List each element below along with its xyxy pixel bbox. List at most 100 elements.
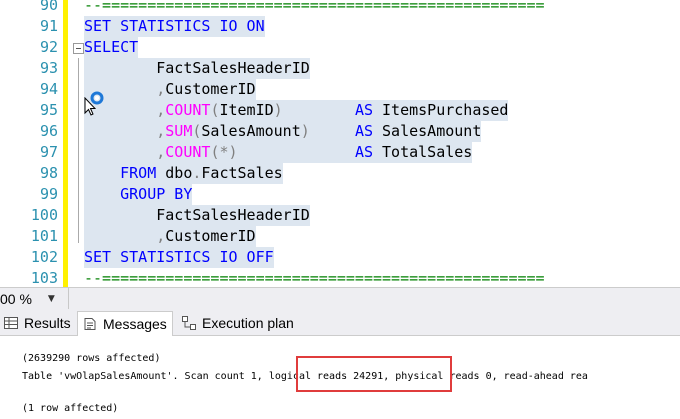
sql-token: ItemsPurchased [373,101,509,119]
code-text: ,COUNT(ItemID) AS ItemsPurchased [84,100,509,121]
line-number: 102 [30,248,58,266]
line-number: 93 [39,59,58,77]
line-number: 100 [30,206,58,224]
sql-token: , [156,227,166,245]
sql-token: , [156,101,166,119]
sql-token: , [156,80,166,98]
mouse-pointer-icon [84,97,96,116]
line-number: 96 [39,122,58,140]
code-text: SELECT [84,37,139,58]
sql-keyword: AS [354,122,373,140]
sql-token: ) [300,122,310,140]
row-affected-message: (1 row affected) [22,403,119,414]
sql-keyword: AS [354,143,373,161]
sql-token: CustomerID [165,227,256,245]
zoom-value: 00 % [0,290,32,307]
line-number: 97 [39,143,58,161]
line-number: 92 [39,38,58,56]
sql-token: dbo [156,164,193,182]
collapse-region-icon[interactable] [73,43,84,54]
sql-function: COUNT [165,143,211,161]
tab-results[interactable]: Results [2,311,77,335]
line-number: 91 [39,17,58,35]
tab-execution-plan-label: Execution plan [202,315,294,331]
sql-keyword: SET STATISTICS IO OFF [84,248,274,266]
tab-execution-plan[interactable]: Execution plan [178,311,298,335]
sql-keyword: FROM [120,164,157,182]
code-text: GROUP BY [84,184,193,205]
code-text: ,CustomerID [84,79,256,100]
editor-status-bar: 00 % ▼ [0,287,680,310]
code-line[interactable]: 90 --====================================… [0,0,680,16]
zoom-dropdown[interactable]: 00 % ▼ [0,289,55,308]
rows-affected-message: (2639290 rows affected) [22,353,161,364]
sql-token: SalesAmount [373,122,482,140]
code-text: ,COUNT(*) AS TotalSales [84,142,473,163]
sql-token: , [156,122,166,140]
line-number: 98 [39,164,58,182]
line-number: 90 [39,0,58,14]
sql-keyword: AS [354,101,373,119]
code-line[interactable]: 103 --===================================… [0,268,680,287]
tab-messages[interactable]: Messages [77,311,173,336]
code-text: FactSalesHeaderID [84,58,310,79]
line-number: 99 [39,185,58,203]
tab-messages-label: Messages [103,316,167,332]
sql-token: ) [273,101,283,119]
sql-token: SalesAmount [201,122,301,140]
code-line[interactable]: 93 FactSalesHeaderID [0,58,680,79]
code-line[interactable]: 100 FactSalesHeaderID [0,205,680,226]
code-line[interactable]: 98 FROM dbo.FactSales [0,163,680,184]
sql-token: ItemID [219,101,274,119]
divider [68,288,69,309]
sql-token: TotalSales [373,143,473,161]
sql-token: , [156,143,166,161]
code-text: FactSalesHeaderID [84,205,310,226]
code-line[interactable]: 99 GROUP BY [0,184,680,205]
sql-token: (*) [210,143,238,161]
fold-guide-line [78,58,79,243]
execution-plan-icon [182,316,196,330]
tab-results-label: Results [24,315,71,331]
sql-function: SUM [165,122,193,140]
code-text: --======================================… [84,0,545,16]
line-number: 103 [30,269,58,287]
code-line[interactable]: 97 ,COUNT(*) AS TotalSales [0,142,680,163]
line-number: 101 [30,227,58,245]
line-number: 95 [39,101,58,119]
chevron-down-icon[interactable]: ▼ [48,294,55,304]
sql-keyword: SELECT [84,38,139,56]
sql-keyword: SET STATISTICS IO ON [84,17,265,35]
code-line[interactable]: 102 SET STATISTICS IO OFF [0,247,680,268]
line-number: 94 [39,80,58,98]
results-tab-strip: Results Messages Execution plan [0,309,680,336]
sql-token: FactSalesHeaderID [84,59,310,77]
sql-token: CustomerID [165,80,256,98]
sql-keyword: GROUP BY [120,185,193,203]
sql-comment: --======================================… [84,0,545,14]
code-text: --======================================… [84,268,545,287]
sql-comment: --======================================… [84,269,545,287]
code-text: SET STATISTICS IO OFF [84,247,274,268]
code-line[interactable]: 101 ,CustomerID [0,226,680,247]
sql-token: FactSalesHeaderID [84,206,310,224]
code-line[interactable]: 96 ,SUM(SalesAmount) AS SalesAmount [0,121,680,142]
messages-icon [84,318,96,330]
logical-reads-highlight [296,356,452,392]
grid-icon [4,317,18,329]
query-editor[interactable]: 90 --====================================… [0,0,680,287]
code-text: ,SUM(SalesAmount) AS SalesAmount [84,121,482,142]
code-line[interactable]: 92 SELECT [0,37,680,58]
code-line[interactable]: 91 SET STATISTICS IO ON [0,16,680,37]
code-text: SET STATISTICS IO ON [84,16,265,37]
sql-token: FactSales [201,164,283,182]
code-text: FROM dbo.FactSales [84,163,283,184]
messages-pane[interactable]: (2639290 rows affected) Table 'vwOlapSal… [0,336,680,419]
